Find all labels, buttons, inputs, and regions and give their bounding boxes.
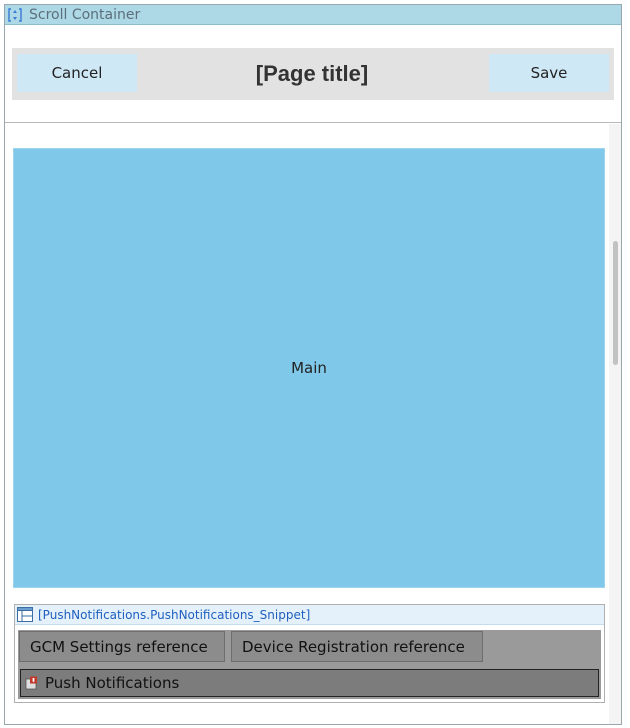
scroll-content: Main [PushNotifications.PushNotification… [5,124,621,724]
cancel-button[interactable]: Cancel [17,54,137,92]
main-placeholder[interactable]: Main [13,148,605,588]
scroll-container-header: Scroll Container [5,5,621,25]
scroll-container-icon [7,7,23,23]
scroll-container: Scroll Container Cancel [Page title] Sav… [4,4,622,725]
save-button[interactable]: Save [489,54,609,92]
snippet-title: [PushNotifications.PushNotifications_Sni… [38,607,311,622]
push-notifications-icon [25,676,39,690]
page-title: [Page title] [255,61,369,86]
device-registration-reference[interactable]: Device Registration reference [231,631,483,662]
push-notifications-label: Push Notifications [45,674,180,692]
scrollbar-thumb[interactable] [613,241,618,365]
push-notifications-snippet[interactable]: [PushNotifications.PushNotifications_Sni… [14,604,605,703]
web-block-icon [17,607,35,623]
snippet-header: [PushNotifications.PushNotifications_Sni… [15,605,604,625]
header-area: Cancel [Page title] Save [5,25,621,123]
vertical-scrollbar[interactable] [609,124,621,724]
title-bar: Cancel [Page title] Save [12,48,614,100]
gcm-settings-reference[interactable]: GCM Settings reference [19,631,225,662]
main-label: Main [291,359,327,377]
push-notifications-block[interactable]: Push Notifications [20,669,599,697]
scroll-container-label: Scroll Container [29,6,141,23]
snippet-body: GCM Settings reference Device Registrati… [18,630,601,699]
